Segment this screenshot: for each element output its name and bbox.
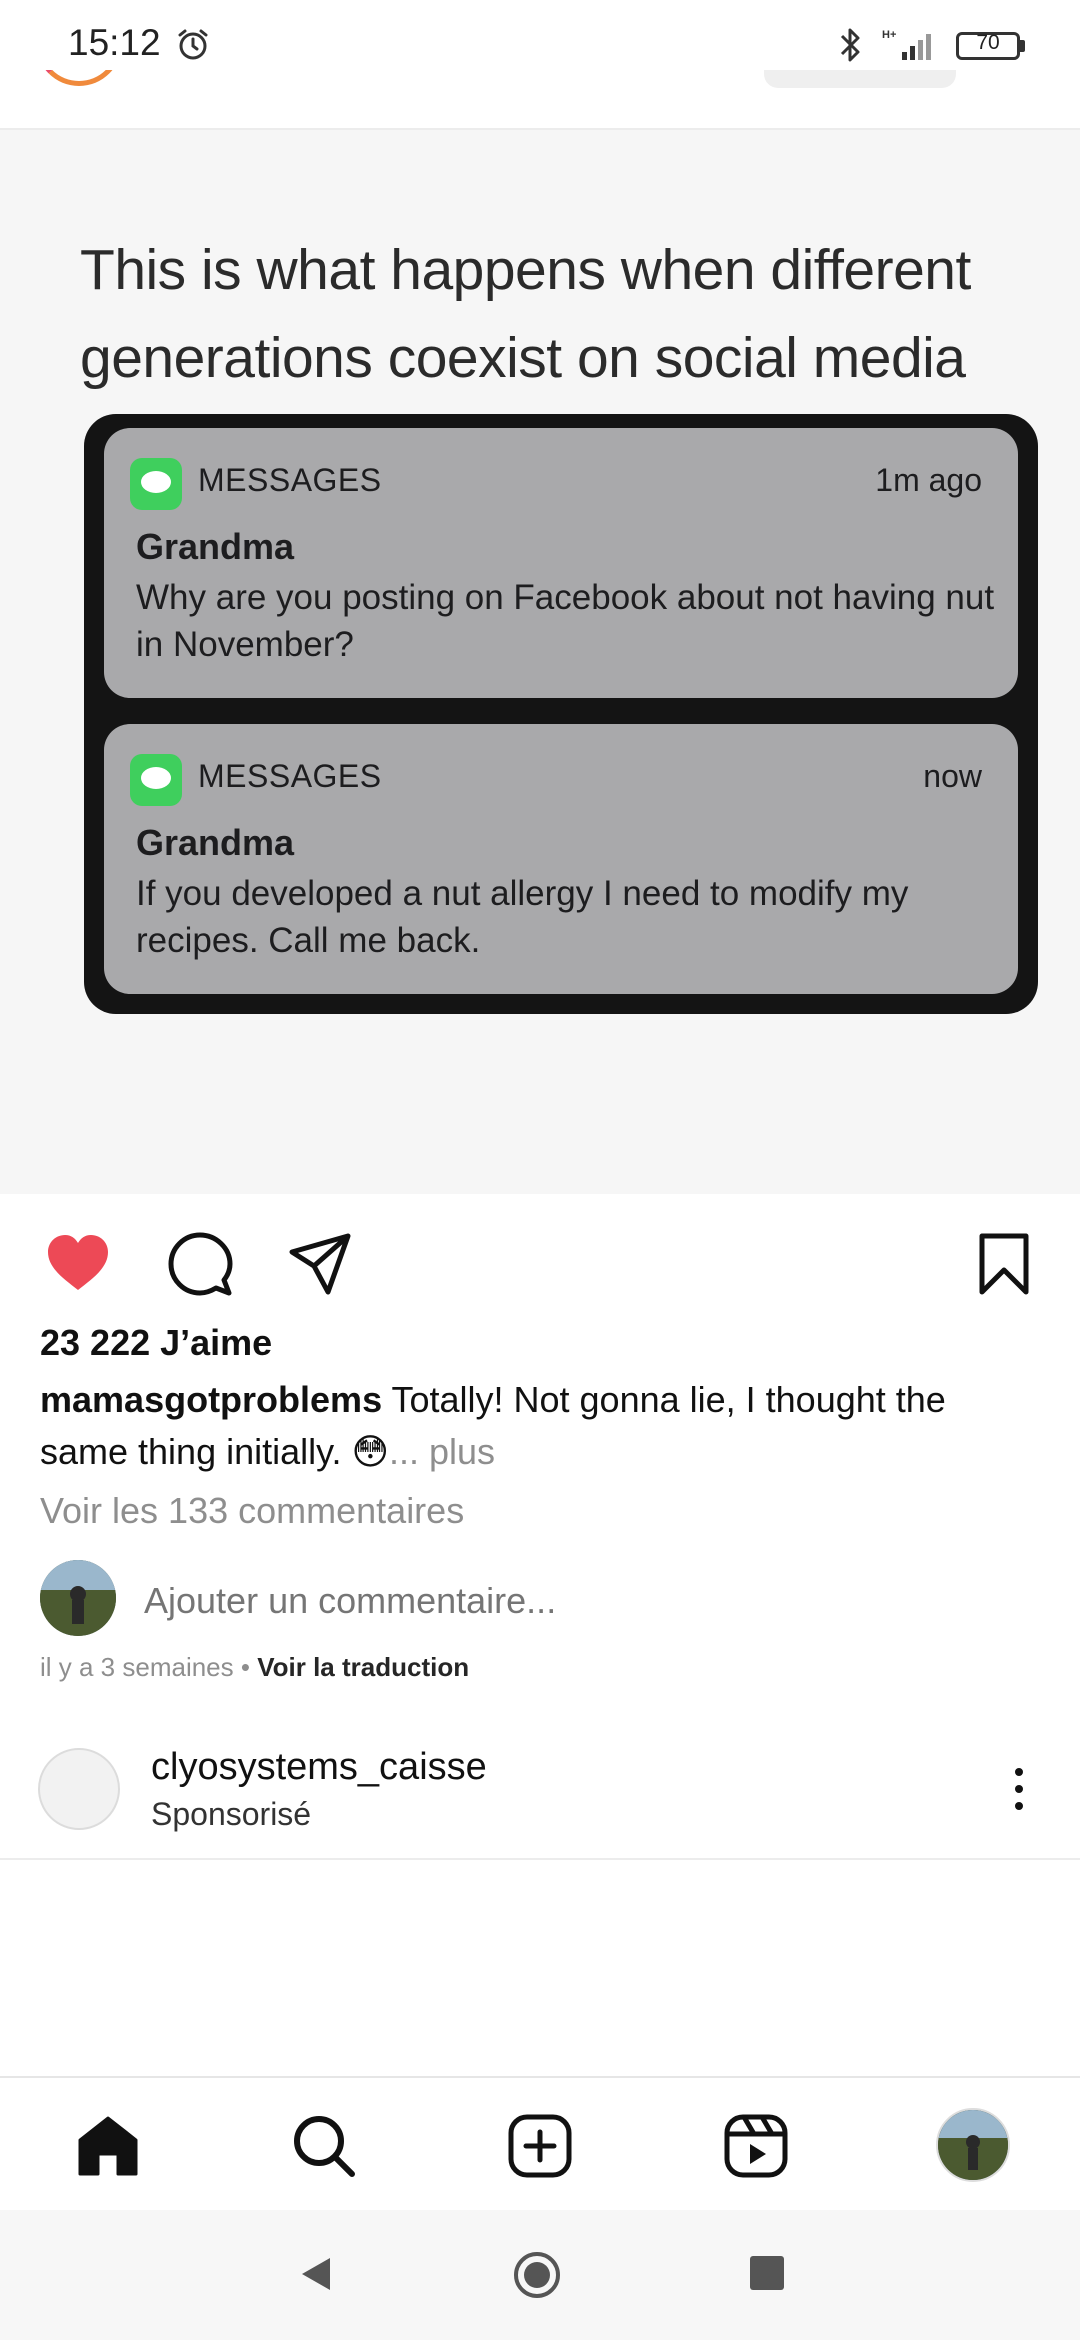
- back-icon[interactable]: [296, 2254, 336, 2294]
- reels-icon[interactable]: [722, 2112, 790, 2180]
- bottom-navigation: [0, 2076, 1080, 2210]
- follow-button-edge[interactable]: [764, 70, 956, 88]
- notification-app-name: MESSAGES: [198, 462, 382, 498]
- translate-link[interactable]: Voir la traduction: [257, 1652, 469, 1682]
- create-post-icon[interactable]: [506, 2112, 574, 2180]
- caption-more-link[interactable]: ... plus: [389, 1431, 495, 1472]
- avatar: [40, 1560, 116, 1636]
- notification-time: now: [923, 758, 982, 794]
- notification-card: MESSAGES now Grandma If you developed a …: [104, 724, 1018, 994]
- post-actions: [0, 1210, 1080, 1310]
- heart-icon[interactable]: [44, 1230, 112, 1298]
- messages-app-icon: [130, 754, 182, 806]
- post-caption: mamasgotproblems Totally! Not gonna lie,…: [40, 1374, 1040, 1478]
- alarm-icon: [178, 29, 208, 60]
- signal-icon: H+: [882, 29, 931, 60]
- sponsor-username[interactable]: clyosystems_caisse: [151, 1746, 487, 1789]
- battery-cap: [1020, 40, 1025, 52]
- notification-app-name: MESSAGES: [198, 758, 382, 794]
- notification-screenshot: MESSAGES 1m ago Grandma Why are you post…: [84, 414, 1038, 1014]
- notification-time: 1m ago: [875, 462, 982, 498]
- notification-sender: Grandma: [136, 822, 295, 863]
- share-icon[interactable]: [286, 1230, 354, 1298]
- home-button-icon[interactable]: [512, 2250, 562, 2300]
- meta-separator: •: [233, 1652, 258, 1682]
- sponsored-label: Sponsorisé: [151, 1796, 312, 1832]
- status-time: 15:12: [68, 22, 161, 63]
- story-ring-avatar[interactable]: [36, 70, 122, 86]
- comment-icon[interactable]: [166, 1230, 234, 1298]
- divider: [0, 1858, 1080, 1860]
- network-type: H+: [882, 29, 896, 41]
- bluetooth-icon: [840, 28, 860, 62]
- notification-body: If you developed a nut allergy I need to…: [136, 874, 909, 960]
- bookmark-icon[interactable]: [970, 1230, 1038, 1298]
- notification-card: MESSAGES 1m ago Grandma Why are you post…: [104, 428, 1018, 698]
- add-comment-input[interactable]: [144, 1576, 1004, 1626]
- avatar-image: [40, 1560, 116, 1636]
- status-bar: 15:12 H+ 70: [0, 0, 1080, 76]
- post-image[interactable]: This is what happens when different gene…: [0, 130, 1080, 1194]
- post-timestamp: il y a 3 semaines: [40, 1652, 234, 1682]
- view-comments-link[interactable]: Voir les 133 commentaires: [40, 1490, 464, 1532]
- home-icon[interactable]: [74, 2112, 142, 2180]
- post-meta: il y a 3 semaines • Voir la traduction: [40, 1652, 469, 1683]
- search-icon[interactable]: [290, 2112, 358, 2180]
- notification-sender: Grandma: [136, 526, 295, 567]
- profile-avatar-image: [938, 2110, 1008, 2180]
- recent-apps-icon[interactable]: [750, 2256, 784, 2290]
- meme-caption: This is what happens when different gene…: [80, 238, 971, 390]
- sponsor-avatar[interactable]: [38, 1748, 120, 1830]
- battery-level: 70: [976, 31, 1000, 54]
- notification-body: Why are you posting on Facebook about no…: [136, 578, 995, 664]
- more-options-icon[interactable]: [1004, 1764, 1034, 1814]
- profile-avatar[interactable]: [936, 2108, 1010, 2182]
- caption-username[interactable]: mamasgotproblems: [40, 1379, 382, 1420]
- messages-app-icon: [130, 458, 182, 510]
- system-navigation-bar: [0, 2210, 1080, 2340]
- previous-post-edge: [0, 70, 1080, 130]
- likes-count[interactable]: 23 222 J’aime: [40, 1322, 272, 1364]
